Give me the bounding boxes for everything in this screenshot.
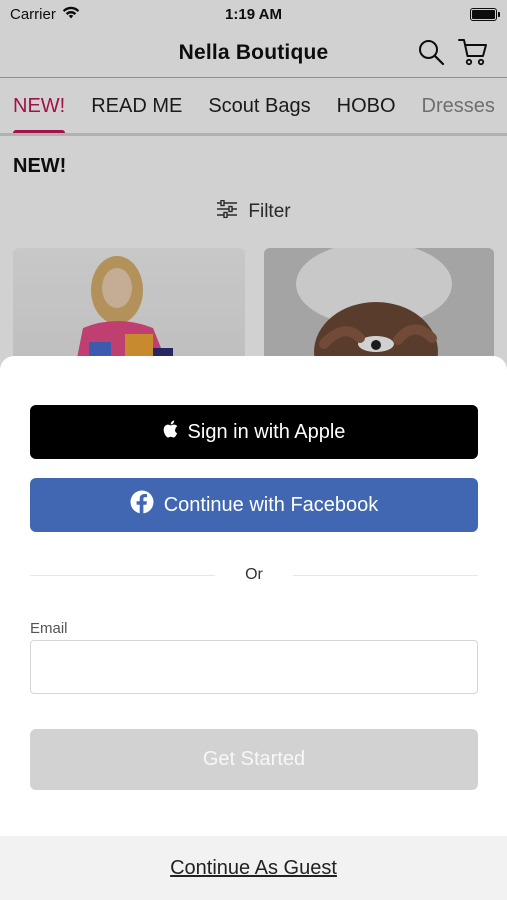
continue-as-guest-link[interactable]: Continue As Guest: [170, 857, 337, 880]
apple-icon: [163, 420, 178, 444]
sign-in-sheet: Sign in with Apple Continue with Faceboo…: [0, 356, 507, 900]
divider-line: [30, 574, 216, 576]
or-divider: Or: [30, 566, 478, 584]
get-started-label: Get Started: [202, 748, 306, 770]
apple-signin-button[interactable]: Sign in with Apple: [30, 405, 478, 459]
facebook-icon: [130, 490, 154, 520]
guest-bar: Continue As Guest: [0, 836, 507, 900]
divider-line: [292, 574, 478, 576]
email-field[interactable]: [30, 640, 478, 694]
facebook-signin-button[interactable]: Continue with Facebook: [30, 478, 478, 532]
apple-signin-label: Sign in with Apple: [187, 420, 346, 443]
or-label: Or: [245, 566, 263, 583]
facebook-signin-label: Continue with Facebook: [163, 493, 379, 516]
get-started-button[interactable]: Get Started: [30, 729, 478, 790]
email-label: Email: [30, 620, 68, 637]
